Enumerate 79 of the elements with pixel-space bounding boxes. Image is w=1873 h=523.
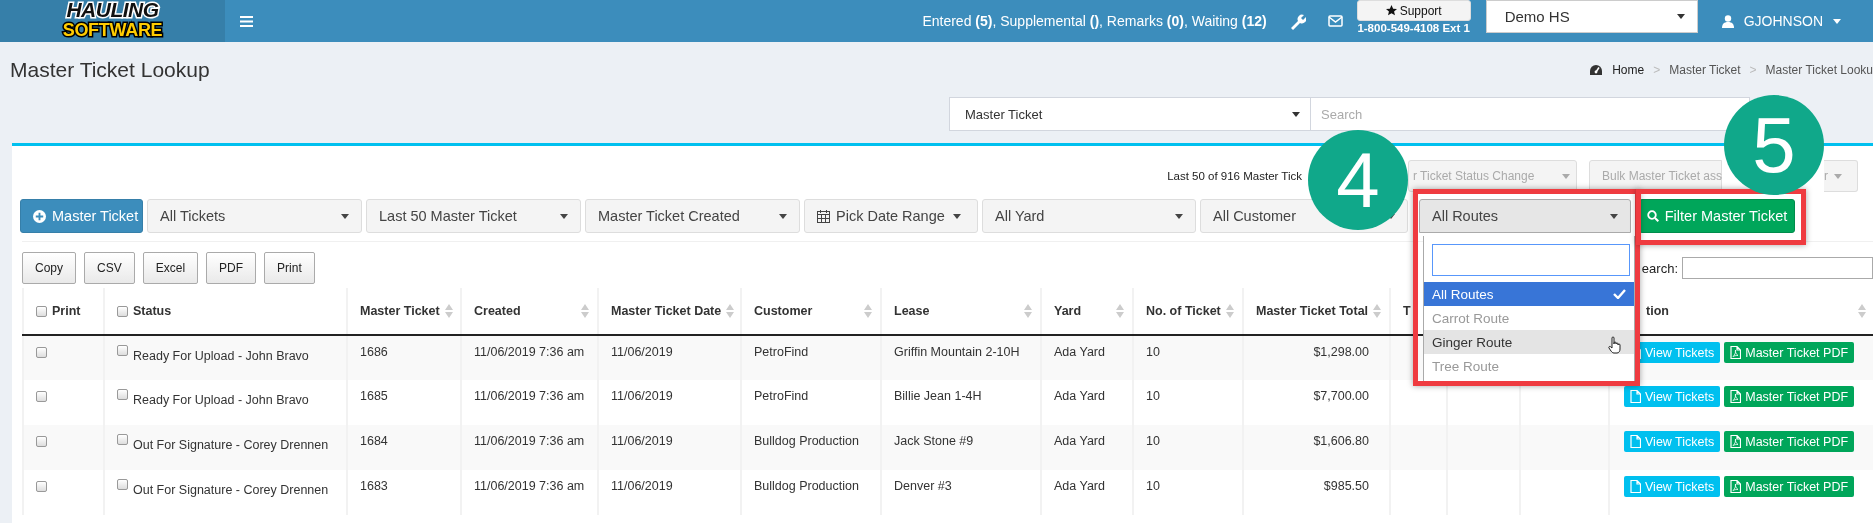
table-cell: 1683 bbox=[360, 479, 388, 493]
column-header[interactable]: tion bbox=[1646, 304, 1866, 318]
record-summary: Last 50 of 916 Master Tick bbox=[1167, 170, 1302, 182]
table-cell: Billie Jean 1-4H bbox=[894, 389, 982, 403]
table-cell: PetroFind bbox=[754, 389, 809, 403]
table-cell: Griffin Mountain 2-10H bbox=[894, 345, 1020, 359]
column-header[interactable]: No. of Ticket bbox=[1146, 304, 1234, 318]
table-cell: $7,700.00 bbox=[1313, 389, 1369, 403]
table-cell: Denver #3 bbox=[894, 479, 952, 493]
table-cell: Ada Yard bbox=[1054, 389, 1105, 403]
search-label: earch: bbox=[1641, 260, 1678, 276]
table-cell: Bulldog Production bbox=[754, 479, 859, 493]
table-cell: $1,606.80 bbox=[1313, 434, 1369, 448]
column-header[interactable]: Status bbox=[133, 304, 338, 318]
export-button[interactable]: Print bbox=[264, 252, 315, 284]
table-cell: 1684 bbox=[360, 434, 388, 448]
column-header[interactable]: Customer bbox=[754, 304, 872, 318]
table-cell: 11/06/2019 7:36 am bbox=[474, 434, 585, 448]
table-cell: 10 bbox=[1146, 345, 1160, 359]
table-cell: $985.50 bbox=[1323, 479, 1369, 493]
breadcrumb-separator: > bbox=[1749, 62, 1757, 77]
breadcrumb-link[interactable]: Master Ticket bbox=[1669, 62, 1741, 77]
route-option[interactable]: Ginger Route bbox=[1424, 330, 1634, 354]
logo-text: SOFTWARE bbox=[62, 20, 163, 40]
table-cell: Out For Signature - Corey Drennen bbox=[133, 483, 329, 497]
column-header[interactable]: Print bbox=[52, 304, 95, 318]
table-cell: Ada Yard bbox=[1054, 434, 1105, 448]
export-button[interactable]: PDF bbox=[206, 252, 257, 284]
column-header[interactable]: Lease bbox=[894, 304, 1032, 318]
breadcrumb-link[interactable]: Home bbox=[1612, 62, 1645, 77]
table-cell: 11/06/2019 7:36 am bbox=[474, 389, 585, 403]
breadcrumb-link[interactable]: Master Ticket Looku bbox=[1765, 62, 1873, 77]
table-cell: 11/06/2019 bbox=[611, 479, 673, 493]
filter-select[interactable]: All Tickets bbox=[147, 199, 362, 233]
table-cell: Out For Signature - Corey Drennen bbox=[133, 438, 329, 452]
table-cell: Jack Stone #9 bbox=[894, 434, 974, 448]
table-cell: 10 bbox=[1146, 479, 1160, 493]
lookup-type-select[interactable]: Master Ticket bbox=[949, 97, 1311, 131]
user-menu[interactable]: GJOHNSON bbox=[1721, 13, 1841, 29]
table-cell: 10 bbox=[1146, 389, 1160, 403]
column-header[interactable]: Created bbox=[474, 304, 589, 318]
user-name: GJOHNSON bbox=[1743, 13, 1823, 29]
table-cell: Ada Yard bbox=[1054, 479, 1105, 493]
export-button[interactable]: Copy bbox=[22, 252, 76, 284]
table-cell: Ada Yard bbox=[1054, 345, 1105, 359]
column-header[interactable]: Master Ticket bbox=[360, 304, 453, 318]
column-header[interactable]: Master Ticket Date bbox=[611, 304, 735, 318]
table-cell: Ready For Upload - John Bravo bbox=[133, 393, 309, 407]
filter-select[interactable]: Last 50 Master Ticket bbox=[366, 199, 581, 233]
support-phone: 1-800-549-4108 Ext 1 bbox=[1357, 22, 1470, 34]
table-cell: $1,298.00 bbox=[1313, 345, 1369, 359]
table-cell: 11/06/2019 bbox=[611, 389, 673, 403]
filter-select[interactable]: Master Ticket Created bbox=[585, 199, 800, 233]
filter-select[interactable]: All Yard bbox=[982, 199, 1196, 233]
table-cell: 1686 bbox=[360, 345, 388, 359]
route-select[interactable]: All Routes bbox=[1419, 199, 1631, 233]
ticket-counts: Entered (5), Supplemental (), Remarks (0), Waiting (12) bbox=[922, 13, 1267, 29]
table-cell: 10 bbox=[1146, 434, 1160, 448]
add-master-ticket-button[interactable]: Master Ticket bbox=[20, 199, 143, 233]
column-header[interactable]: Yard bbox=[1054, 304, 1124, 318]
table-cell: PetroFind bbox=[754, 345, 809, 359]
logo-text: HAULING bbox=[66, 0, 159, 20]
table-cell: 11/06/2019 7:36 am bbox=[474, 345, 585, 359]
company-select[interactable]: Demo HS bbox=[1485, 0, 1698, 33]
column-header[interactable]: Master Ticket Total bbox=[1256, 304, 1382, 318]
export-button[interactable]: CSV bbox=[84, 252, 135, 284]
table-cell: 11/06/2019 7:36 am bbox=[474, 479, 585, 493]
table-cell: Ready For Upload - John Bravo bbox=[133, 349, 309, 363]
search-field[interactable]: Search bbox=[1311, 97, 1750, 131]
table-cell: 11/06/2019 bbox=[611, 345, 673, 359]
page-title: Master Ticket Lookup bbox=[10, 57, 210, 82]
breadcrumb-separator: > bbox=[1653, 62, 1661, 77]
support-button[interactable]: Support bbox=[1356, 0, 1471, 21]
table-cell: 11/06/2019 bbox=[611, 434, 673, 448]
route-option[interactable]: All Routes bbox=[1424, 282, 1634, 306]
table-cell: Bulldog Production bbox=[754, 434, 859, 448]
date-range-button[interactable]: Pick Date Range bbox=[804, 199, 978, 233]
export-button[interactable]: Excel bbox=[142, 252, 199, 284]
table-cell: 1685 bbox=[360, 389, 388, 403]
